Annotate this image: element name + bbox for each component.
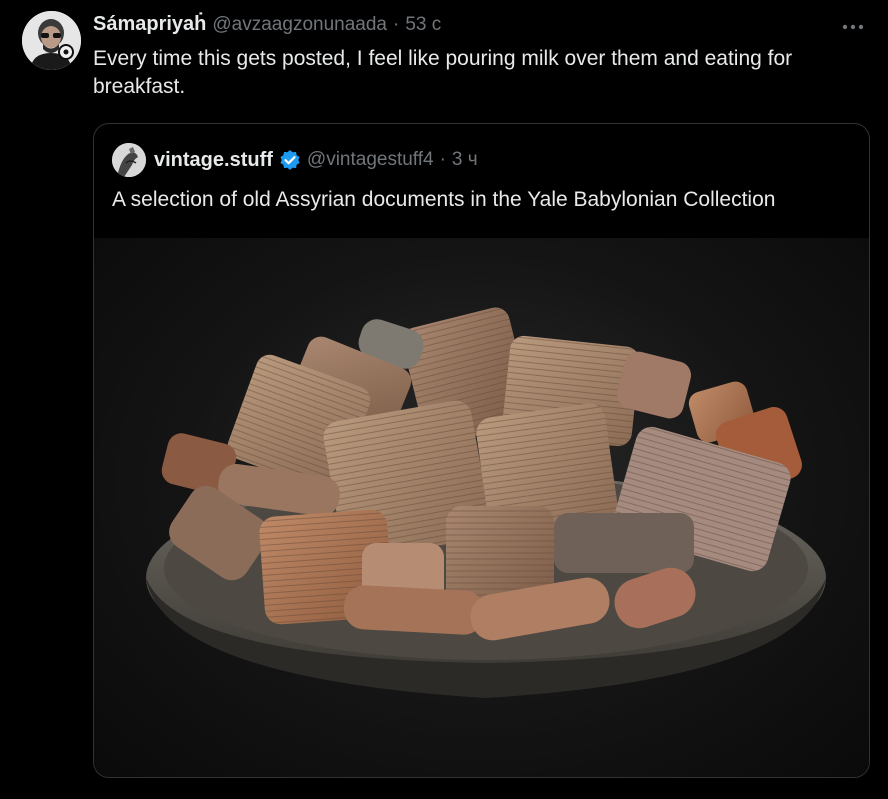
post-header: Sámapriyaḣ @avzaagzonunaada · 53 с [93,13,441,41]
author-display-name[interactable]: Sámapriyaḣ [93,13,206,36]
more-horizontal-icon [842,24,864,30]
separator-dot: · [439,149,446,170]
quoted-post[interactable]: vintage.stuff @vintagestuff4 · 3 ч A sel… [93,123,870,778]
quoted-author-handle[interactable]: @vintagestuff4 [307,149,434,171]
quoted-post-image[interactable] [94,238,869,777]
quoted-author-avatar[interactable] [112,143,146,177]
quoted-post-header: vintage.stuff @vintagestuff4 · 3 ч [112,143,478,177]
quoted-post-timestamp[interactable]: 3 ч [452,149,478,171]
verified-badge-icon [279,149,301,171]
post-text: Every time this gets posted, I feel like… [93,47,793,98]
post-timestamp[interactable]: 53 с [405,14,441,36]
tweet[interactable]: Sámapriyaḣ @avzaagzonunaada · 53 с Eve… [0,0,888,799]
author-avatar-image [22,11,81,70]
author-avatar[interactable] [22,11,81,70]
author-handle[interactable]: @avzaagzonunaada [212,14,387,36]
quoted-author-display-name[interactable]: vintage.stuff [154,149,273,172]
quoted-post-text: A selection of old Assyrian documents in… [112,188,776,211]
separator-dot: · [392,14,400,35]
quoted-avatar-image [112,143,146,177]
more-options-button[interactable] [838,17,868,37]
cuneiform-tablets-photo [146,307,826,698]
